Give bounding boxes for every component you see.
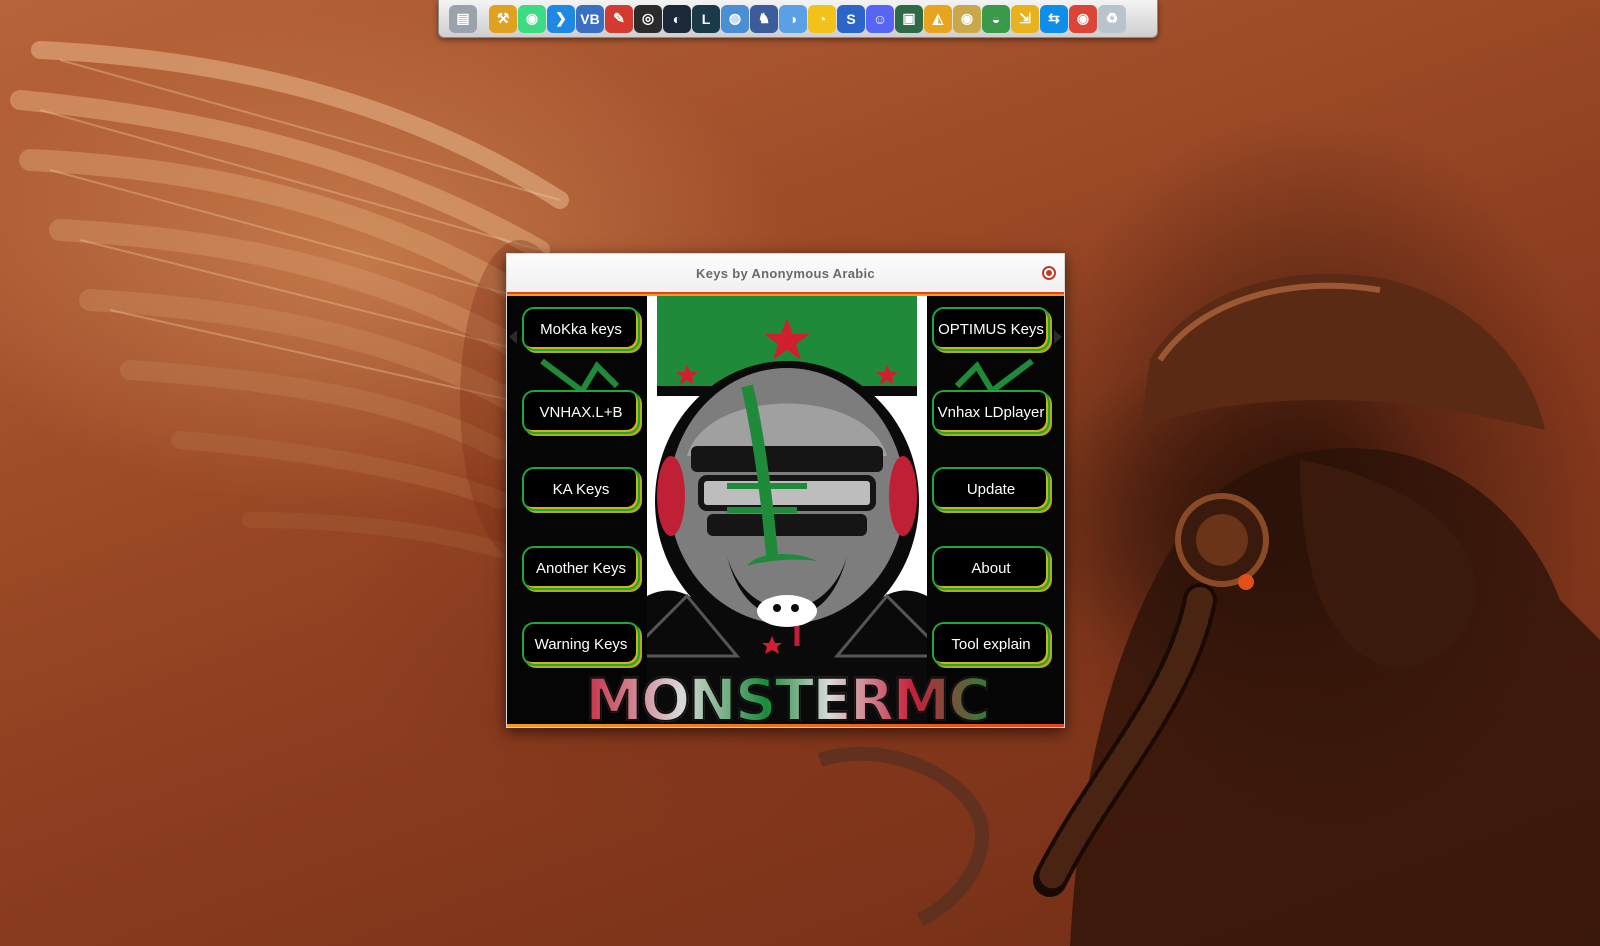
keys-app-window: Keys by Anonymous Arabic MONSTERMC MoKka… — [506, 253, 1065, 728]
warning-keys-button[interactable]: Warning Keys — [522, 622, 640, 666]
update-button[interactable]: Update — [932, 467, 1050, 511]
android-studio-icon[interactable]: ◉ — [518, 4, 546, 33]
mokka-keys-button[interactable]: MoKka keys — [522, 307, 640, 351]
pizza-icon[interactable]: ◭ — [924, 4, 952, 33]
emulator-icon[interactable]: ◔ — [808, 4, 836, 33]
monitor-icon[interactable]: ▣ — [895, 4, 923, 33]
window-bottom-accent — [507, 724, 1064, 727]
monster-helmet-logo — [647, 296, 927, 726]
discord-icon[interactable]: ☺ — [866, 4, 894, 33]
league-icon[interactable]: L — [692, 4, 720, 33]
network-globe-icon[interactable]: ◍ — [721, 4, 749, 33]
finder-icon[interactable]: ▤ — [449, 4, 477, 33]
shark-icon[interactable]: S — [837, 4, 865, 33]
tool-explain-button[interactable]: Tool explain — [932, 622, 1050, 666]
disc-icon[interactable]: ◉ — [953, 4, 981, 33]
brand-logo-text: MONSTERMC — [577, 665, 997, 727]
close-icon[interactable] — [1042, 266, 1056, 280]
window-content: MONSTERMC MoKka keys VNHAX.L+B KA Keys A… — [507, 296, 1064, 727]
vnhax-ldplayer-button[interactable]: Vnhax LDplayer — [932, 390, 1050, 434]
trash-icon[interactable]: ♻ — [1098, 4, 1126, 33]
window-titlebar[interactable]: Keys by Anonymous Arabic — [507, 254, 1064, 296]
chrome-icon[interactable]: ◉ — [1069, 4, 1097, 33]
about-button[interactable]: About — [932, 546, 1050, 590]
left-scroll-arrow-icon — [509, 330, 517, 344]
virtualbox-icon[interactable]: VB — [576, 4, 604, 33]
teamviewer-icon[interactable]: ⇆ — [1040, 4, 1068, 33]
optimus-keys-button[interactable]: OPTIMUS Keys — [932, 307, 1050, 351]
vscode-icon[interactable]: ❯ — [547, 4, 575, 33]
game-launcher-icon[interactable]: ♞ — [750, 4, 778, 33]
dock-bar: ▤ ⚒ ◉ ❯ VB ✎ ◎ ◐ L ◍ ♞ ◑ ◔ S ☺ ▣ ◭ ◉ ◒ ⇲ ⇆ ◉ ♻ — [438, 0, 1158, 38]
ka-keys-button[interactable]: KA Keys — [522, 467, 640, 511]
window-title: Keys by Anonymous Arabic — [696, 265, 875, 281]
steam-icon[interactable]: ◐ — [663, 4, 691, 33]
tools-icon[interactable]: ⚒ — [489, 4, 517, 33]
pdf-editor-icon[interactable]: ✎ — [605, 4, 633, 33]
browser-globe-icon[interactable]: ◑ — [779, 4, 807, 33]
folder-share-icon[interactable]: ⇲ — [1011, 4, 1039, 33]
obs-icon[interactable]: ◎ — [634, 4, 662, 33]
right-scroll-arrow-icon — [1054, 330, 1062, 344]
vnhax-lb-button[interactable]: VNHAX.L+B — [522, 390, 640, 434]
earth-icon[interactable]: ◒ — [982, 4, 1010, 33]
another-keys-button[interactable]: Another Keys — [522, 546, 640, 590]
